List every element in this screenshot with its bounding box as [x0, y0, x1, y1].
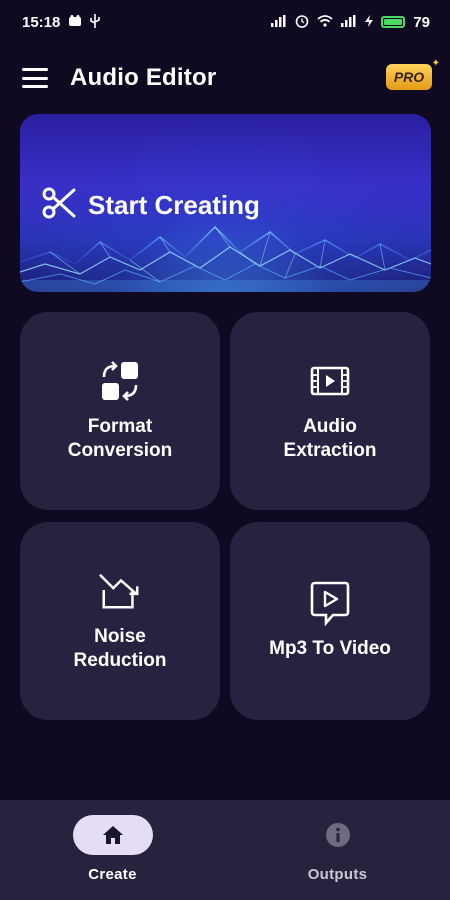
alarm-icon [295, 14, 309, 30]
info-icon [298, 815, 378, 855]
home-icon [72, 815, 153, 855]
nav-outputs-label: Outputs [307, 866, 368, 883]
noise-reduction-card[interactable]: Noise Reduction [20, 522, 220, 720]
battery-icon [381, 16, 406, 28]
status-bar: 15:18 79 [0, 0, 450, 44]
nav-create-label: Create [88, 866, 137, 883]
mp3-to-video-label: Mp3 To Video [269, 638, 391, 659]
nav-create[interactable]: Create [0, 800, 225, 900]
mp3-to-video-card[interactable]: Mp3 To Video [230, 522, 430, 720]
video-film-icon [308, 359, 352, 403]
sparkle-icon: ✦ [431, 58, 440, 69]
noise-reduction-icon [98, 569, 142, 613]
bottom-nav: Create Outputs [0, 800, 450, 900]
pro-label: PRO [393, 69, 425, 85]
format-conversion-icon [98, 359, 142, 403]
status-left: 15:18 [22, 13, 101, 31]
noise-reduction-label: Noise Reduction [73, 626, 167, 671]
hd-signal-icon [271, 15, 287, 29]
status-time: 15:18 [22, 13, 61, 31]
charging-icon [365, 15, 374, 29]
app-bar: Audio Editor PRO ✦ [0, 52, 450, 104]
play-bubble-icon [308, 581, 352, 626]
format-conversion-label: Format Conversion [67, 416, 173, 461]
audio-extraction-card[interactable]: Audio Extraction [230, 312, 430, 510]
pro-badge[interactable]: PRO ✦ [386, 58, 440, 90]
battery-level: 79 [413, 13, 430, 31]
format-conversion-card[interactable]: Format Conversion [20, 312, 220, 510]
notification-icon [68, 15, 82, 29]
banner-content: Start Creating [42, 186, 260, 225]
audio-extraction-label: Audio Extraction [283, 416, 377, 461]
usb-icon [90, 14, 101, 30]
nav-outputs[interactable]: Outputs [225, 800, 450, 900]
status-right: 79 [271, 14, 430, 31]
signal-icon [341, 15, 357, 29]
app-title: Audio Editor [70, 64, 217, 91]
scissors-icon [42, 186, 76, 225]
menu-icon[interactable] [22, 68, 48, 88]
wifi-icon [317, 15, 333, 29]
banner-title: Start Creating [88, 190, 260, 220]
start-creating-banner[interactable]: Start Creating [20, 114, 431, 292]
